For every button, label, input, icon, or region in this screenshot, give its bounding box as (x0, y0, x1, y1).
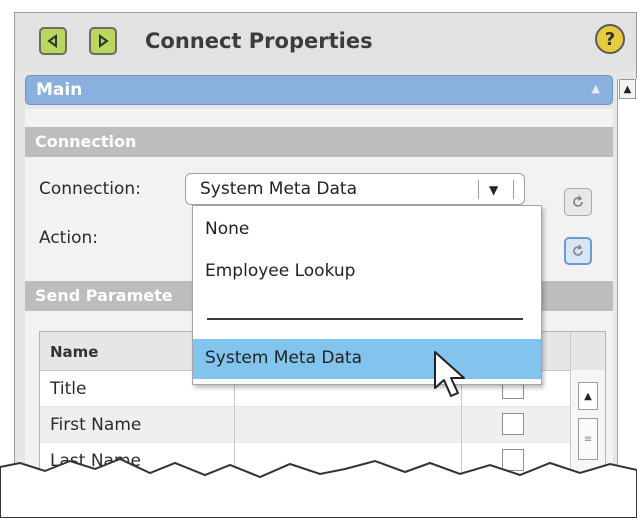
main-section-label: Main (36, 80, 83, 100)
select-divider (513, 180, 514, 199)
collapse-icon[interactable]: ▲ (592, 82, 600, 95)
panel-scrollbar[interactable]: ▲ (617, 79, 637, 483)
dropdown-option-system-meta-data[interactable]: System Meta Data (193, 339, 541, 379)
connection-select-value: System Meta Data (200, 179, 358, 199)
send-parameters-label: Send Paramete (35, 286, 173, 305)
chevron-down-icon[interactable]: ▼ (489, 183, 498, 197)
select-divider (478, 180, 479, 199)
connection-select[interactable]: System Meta Data ▼ (185, 173, 525, 205)
panel-title: Connect Properties (145, 29, 373, 53)
refresh-action-button[interactable] (564, 237, 592, 265)
forward-button[interactable] (89, 27, 117, 55)
column-header-name[interactable]: Name (50, 343, 98, 361)
dropdown-option-label: System Meta Data (205, 348, 363, 368)
triangle-right-icon (99, 34, 109, 48)
connection-dropdown-menu: None Employee Lookup System Meta Data (192, 205, 542, 385)
mouse-pointer-icon (434, 351, 465, 397)
dropdown-option-label: None (205, 219, 250, 239)
connection-section-label: Connection (35, 132, 137, 151)
param-name-cell: Title (50, 379, 87, 399)
dropdown-option-employee-lookup[interactable]: Employee Lookup (193, 252, 541, 292)
grid-scroll-thumb[interactable]: ≡ (578, 418, 598, 460)
refresh-icon (573, 195, 583, 207)
dropdown-option-label: Employee Lookup (205, 261, 356, 281)
connection-label: Connection: (39, 179, 141, 199)
scroll-up-icon[interactable]: ▲ (619, 79, 636, 99)
connection-section-header: Connection (25, 127, 613, 157)
dropdown-separator (207, 318, 523, 320)
action-label: Action: (39, 228, 98, 248)
param-checkbox[interactable] (502, 413, 524, 435)
refresh-connection-button[interactable] (564, 188, 592, 216)
grid-scroll-up-icon[interactable]: ▲ (578, 382, 598, 410)
help-icon[interactable]: ? (595, 24, 625, 54)
table-row[interactable]: First Name (40, 407, 605, 443)
triangle-left-icon (47, 34, 57, 48)
back-button[interactable] (39, 27, 67, 55)
param-name-cell: First Name (50, 415, 142, 435)
refresh-icon (573, 244, 583, 256)
title-bar: Connect Properties ? (15, 13, 636, 71)
main-section-header[interactable]: Main ▲ (25, 75, 613, 105)
dropdown-option-none[interactable]: None (193, 210, 541, 250)
torn-edge (0, 457, 637, 518)
